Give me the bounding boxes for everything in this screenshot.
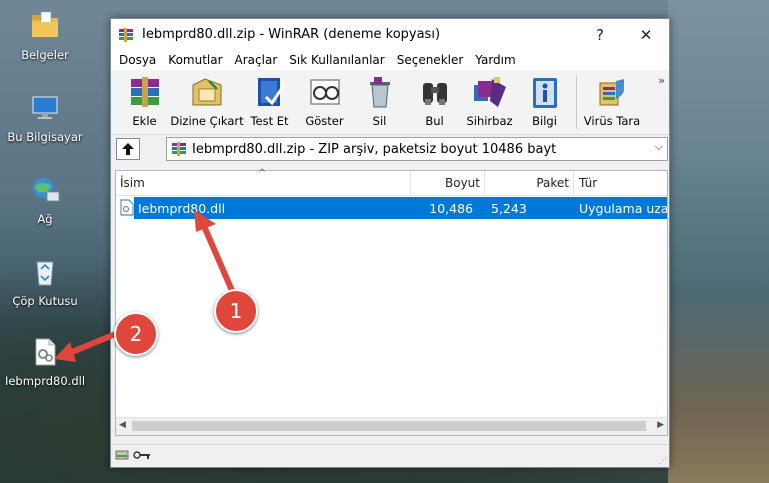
add-archive-icon <box>130 77 159 107</box>
cell-name: Iebmprd80.dll <box>138 200 226 216</box>
scroll-right-arrow-icon[interactable]: ▶ <box>657 420 664 430</box>
annotation-badge-1: 1 <box>214 289 258 333</box>
column-type[interactable]: Tür <box>574 171 667 195</box>
menu-options[interactable]: Seçenekler <box>391 53 470 67</box>
delete-icon <box>369 77 390 108</box>
menu-help[interactable]: Yardım <box>469 53 521 67</box>
toolbar-label: Sihirbaz <box>466 114 513 128</box>
toolbar-separator <box>576 75 577 129</box>
info-icon <box>532 78 557 108</box>
extract-button[interactable]: Dizine Çıkart <box>170 70 244 132</box>
resize-grip-icon[interactable]: ⋰ <box>659 456 667 465</box>
desktop-icon-documents[interactable]: Belgeler <box>0 10 90 62</box>
info-button[interactable]: Bilgi <box>517 70 572 132</box>
title-bar[interactable]: Iebmprd80.dll.zip - WinRAR (deneme kopya… <box>111 19 669 50</box>
address-bar: Iebmprd80.dll.zip - ZIP arşiv, paketsiz … <box>111 135 669 163</box>
desktop-icon-label: Ağ <box>37 212 53 226</box>
archive-path-text: Iebmprd80.dll.zip - ZIP arşiv, paketsiz … <box>192 141 557 157</box>
file-list-header: ^ İsim Boyut Paket Tür <box>116 168 667 196</box>
test-button[interactable]: Test Et <box>242 70 297 132</box>
cell-packed: 5,243 <box>491 200 527 216</box>
test-icon <box>257 78 285 106</box>
close-button[interactable]: ✕ <box>623 19 669 50</box>
zip-archive-icon <box>172 142 186 156</box>
find-icon <box>422 83 447 105</box>
menu-tools[interactable]: Araçlar <box>229 53 284 67</box>
wizard-button[interactable]: Sihirbaz <box>462 70 517 132</box>
toolbar-label: Virüs Tara <box>583 114 641 128</box>
network-icon <box>33 178 60 202</box>
up-arrow-icon <box>122 143 134 155</box>
view-button[interactable]: Göster <box>297 70 352 132</box>
menu-commands[interactable]: Komutlar <box>162 53 228 67</box>
folder-icon <box>32 11 58 37</box>
cell-type: Uygulama uza <box>579 200 667 216</box>
table-row[interactable]: Iebmprd80.dll 10,486 5,243 Uygulama uza <box>116 197 667 219</box>
toolbar-label: Ekle <box>132 114 157 128</box>
menu-favorites[interactable]: Sık Kullanılanlar <box>283 53 390 67</box>
up-folder-button[interactable] <box>116 138 140 160</box>
horizontal-scrollbar[interactable]: ◀ ▶ <box>116 417 667 435</box>
key-icon <box>133 451 150 459</box>
cell-size: 10,486 <box>429 200 473 216</box>
window-title: Iebmprd80.dll.zip - WinRAR (deneme kopya… <box>142 27 441 42</box>
dll-file-icon <box>35 338 56 366</box>
wizard-icon <box>473 77 506 107</box>
extract-icon <box>192 78 222 106</box>
desktop-icon-label: Çöp Kutusu <box>12 294 78 308</box>
scroll-left-arrow-icon[interactable]: ◀ <box>119 420 126 430</box>
desktop-icon-dll-file[interactable]: Iebmprd80.dll <box>0 336 90 388</box>
status-bar: ⋰ <box>111 444 669 467</box>
toolbar: Ekle Dizine Çıkart Test Et Göster Sil Bu… <box>111 70 669 135</box>
archive-path-field[interactable]: Iebmprd80.dll.zip - ZIP arşiv, paketsiz … <box>166 137 668 161</box>
toolbar-label: Bul <box>425 114 444 128</box>
desktop-icon-network[interactable]: Ağ <box>0 174 90 226</box>
scrollbar-thumb[interactable] <box>132 421 646 431</box>
sort-ascending-icon: ^ <box>258 168 267 179</box>
toolbar-label: Test Et <box>250 114 289 128</box>
recycle-bin-icon <box>36 261 54 286</box>
desktop-background-right <box>668 0 769 483</box>
virus-scan-icon <box>599 79 624 106</box>
toolbar-label: Göster <box>305 114 344 128</box>
toolbar-label: Sil <box>372 114 387 128</box>
column-size[interactable]: Boyut <box>411 171 485 195</box>
computer-icon <box>32 96 58 119</box>
find-button[interactable]: Bul <box>407 70 462 132</box>
toolbar-label: Bilgi <box>532 114 557 128</box>
drive-icon <box>115 450 129 460</box>
chevron-down-icon[interactable]: ⌵ <box>655 140 663 154</box>
file-list[interactable]: ^ İsim Boyut Paket Tür Iebmprd80.dll 10,… <box>115 168 668 436</box>
virus-scan-button[interactable]: Virüs Tara <box>581 70 643 132</box>
delete-button[interactable]: Sil <box>352 70 407 132</box>
desktop-icon-label: Iebmprd80.dll <box>4 374 86 388</box>
menu-file[interactable]: Dosya <box>113 53 162 67</box>
winrar-app-icon <box>119 27 133 42</box>
toolbar-label: Dizine Çıkart <box>170 114 244 128</box>
winrar-window[interactable]: Iebmprd80.dll.zip - WinRAR (deneme kopya… <box>110 18 670 468</box>
column-packed[interactable]: Paket <box>485 171 574 195</box>
add-button[interactable]: Ekle <box>117 70 172 132</box>
view-icon <box>310 79 339 105</box>
help-button[interactable]: ? <box>577 19 623 50</box>
toolbar-more-chevron[interactable]: » <box>658 74 665 87</box>
desktop-icon-recycle-bin[interactable]: Çöp Kutusu <box>0 256 90 308</box>
desktop-icon-label: Belgeler <box>21 48 69 62</box>
desktop-icon-this-pc[interactable]: Bu Bilgisayar <box>0 92 90 144</box>
annotation-badge-2: 2 <box>114 312 158 356</box>
menu-bar: Dosya Komutlar Araçlar Sık Kullanılanlar… <box>111 50 669 70</box>
desktop-icon-label: Bu Bilgisayar <box>7 130 83 144</box>
dll-file-icon <box>120 199 134 216</box>
